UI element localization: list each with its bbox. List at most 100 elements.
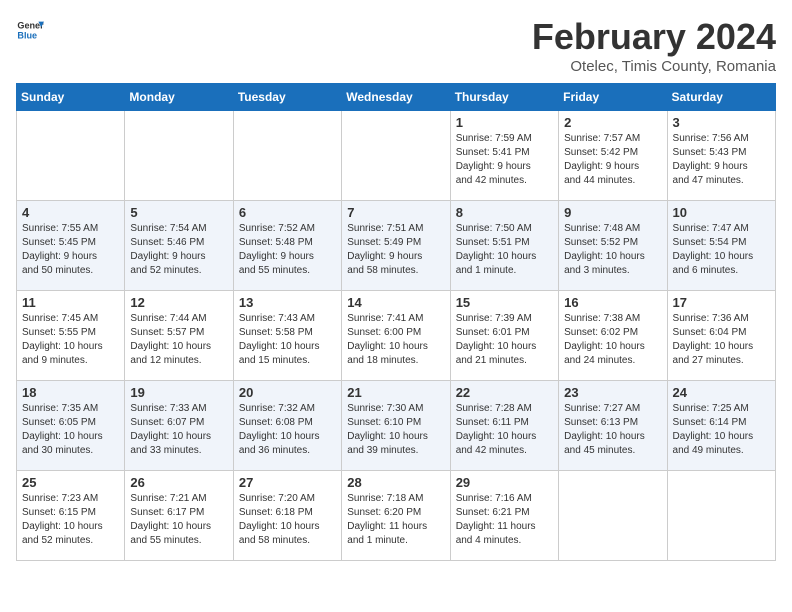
day-number: 18 [22, 385, 119, 400]
calendar-cell: 12 Sunrise: 7:44 AM Sunset: 5:57 PM Dayli… [125, 291, 233, 381]
week-row-4: 25 Sunrise: 7:23 AM Sunset: 6:15 PM Dayli… [17, 471, 776, 561]
day-info: Sunrise: 7:30 AM Sunset: 6:10 PM Dayligh… [347, 402, 444, 458]
day-number: 23 [564, 385, 661, 400]
subtitle: Otelec, Timis County, Romania [532, 58, 776, 75]
day-info: Sunrise: 7:16 AM Sunset: 6:21 PM Dayligh… [456, 492, 553, 548]
day-number: 2 [564, 115, 661, 130]
day-info: Sunrise: 7:52 AM Sunset: 5:48 PM Dayligh… [239, 222, 336, 278]
day-number: 25 [22, 475, 119, 490]
calendar-cell: 23 Sunrise: 7:27 AM Sunset: 6:13 PM Dayli… [559, 381, 667, 471]
header-row: Sunday Monday Tuesday Wednesday Thursday… [17, 84, 776, 111]
logo: General Blue [16, 16, 44, 44]
day-info: Sunrise: 7:33 AM Sunset: 6:07 PM Dayligh… [130, 402, 227, 458]
calendar-cell: 16Sunrise: 7:38 AM Sunset: 6:02 PM Dayli… [559, 291, 667, 381]
calendar-cell [342, 111, 450, 201]
calendar-cell: 10 Sunrise: 7:47 AM Sunset: 5:54 PM Dayli… [667, 201, 775, 291]
day-info: Sunrise: 7:51 AM Sunset: 5:49 PM Dayligh… [347, 222, 444, 278]
day-info: Sunrise: 7:44 AM Sunset: 5:57 PM Dayligh… [130, 312, 227, 368]
calendar-cell: 22Sunrise: 7:28 AM Sunset: 6:11 PM Dayli… [450, 381, 558, 471]
day-number: 24 [673, 385, 770, 400]
calendar-cell: 1 Sunrise: 7:59 AM Sunset: 5:41 PM Daylig… [450, 111, 558, 201]
week-row-0: 1 Sunrise: 7:59 AM Sunset: 5:41 PM Daylig… [17, 111, 776, 201]
calendar-cell: 15Sunrise: 7:39 AM Sunset: 6:01 PM Dayli… [450, 291, 558, 381]
calendar-cell: 29 Sunrise: 7:16 AM Sunset: 6:21 PM Dayli… [450, 471, 558, 561]
week-row-2: 11Sunrise: 7:45 AM Sunset: 5:55 PM Dayli… [17, 291, 776, 381]
day-number: 8 [456, 205, 553, 220]
header: General Blue February 2024 Otelec, Timis… [16, 16, 776, 75]
day-info: Sunrise: 7:23 AM Sunset: 6:15 PM Dayligh… [22, 492, 119, 548]
day-info: Sunrise: 7:18 AM Sunset: 6:20 PM Dayligh… [347, 492, 444, 548]
day-number: 10 [673, 205, 770, 220]
calendar-cell: 2 Sunrise: 7:57 AM Sunset: 5:42 PM Daylig… [559, 111, 667, 201]
day-number: 6 [239, 205, 336, 220]
day-info: Sunrise: 7:57 AM Sunset: 5:42 PM Dayligh… [564, 132, 661, 188]
day-info: Sunrise: 7:41 AM Sunset: 6:00 PM Dayligh… [347, 312, 444, 368]
week-row-3: 18 Sunrise: 7:35 AM Sunset: 6:05 PM Dayli… [17, 381, 776, 471]
day-info: Sunrise: 7:43 AM Sunset: 5:58 PM Dayligh… [239, 312, 336, 368]
calendar-cell: 14Sunrise: 7:41 AM Sunset: 6:00 PM Dayli… [342, 291, 450, 381]
day-number: 16 [564, 295, 661, 310]
calendar-cell: 27 Sunrise: 7:20 AM Sunset: 6:18 PM Dayli… [233, 471, 341, 561]
calendar-cell: 7 Sunrise: 7:51 AM Sunset: 5:49 PM Daylig… [342, 201, 450, 291]
day-info: Sunrise: 7:50 AM Sunset: 5:51 PM Dayligh… [456, 222, 553, 278]
day-info: Sunrise: 7:27 AM Sunset: 6:13 PM Dayligh… [564, 402, 661, 458]
day-number: 1 [456, 115, 553, 130]
day-number: 9 [564, 205, 661, 220]
day-number: 19 [130, 385, 227, 400]
day-number: 3 [673, 115, 770, 130]
col-sunday: Sunday [17, 84, 125, 111]
calendar-cell: 18 Sunrise: 7:35 AM Sunset: 6:05 PM Dayli… [17, 381, 125, 471]
day-number: 28 [347, 475, 444, 490]
day-info: Sunrise: 7:20 AM Sunset: 6:18 PM Dayligh… [239, 492, 336, 548]
day-info: Sunrise: 7:39 AM Sunset: 6:01 PM Dayligh… [456, 312, 553, 368]
day-info: Sunrise: 7:36 AM Sunset: 6:04 PM Dayligh… [673, 312, 770, 368]
day-number: 27 [239, 475, 336, 490]
day-info: Sunrise: 7:25 AM Sunset: 6:14 PM Dayligh… [673, 402, 770, 458]
day-number: 17 [673, 295, 770, 310]
day-info: Sunrise: 7:47 AM Sunset: 5:54 PM Dayligh… [673, 222, 770, 278]
calendar-cell [233, 111, 341, 201]
calendar-cell: 5 Sunrise: 7:54 AM Sunset: 5:46 PM Daylig… [125, 201, 233, 291]
calendar-header: Sunday Monday Tuesday Wednesday Thursday… [17, 84, 776, 111]
calendar-cell: 19 Sunrise: 7:33 AM Sunset: 6:07 PM Dayli… [125, 381, 233, 471]
day-number: 7 [347, 205, 444, 220]
day-number: 20 [239, 385, 336, 400]
svg-text:Blue: Blue [17, 30, 37, 40]
calendar-cell: 21 Sunrise: 7:30 AM Sunset: 6:10 PM Dayli… [342, 381, 450, 471]
col-friday: Friday [559, 84, 667, 111]
main-title: February 2024 [532, 16, 776, 58]
calendar-cell [17, 111, 125, 201]
day-number: 12 [130, 295, 227, 310]
calendar-cell [125, 111, 233, 201]
calendar-cell: 24 Sunrise: 7:25 AM Sunset: 6:14 PM Dayli… [667, 381, 775, 471]
day-info: Sunrise: 7:55 AM Sunset: 5:45 PM Dayligh… [22, 222, 119, 278]
day-info: Sunrise: 7:56 AM Sunset: 5:43 PM Dayligh… [673, 132, 770, 188]
day-number: 5 [130, 205, 227, 220]
col-thursday: Thursday [450, 84, 558, 111]
day-number: 26 [130, 475, 227, 490]
day-info: Sunrise: 7:48 AM Sunset: 5:52 PM Dayligh… [564, 222, 661, 278]
day-info: Sunrise: 7:28 AM Sunset: 6:11 PM Dayligh… [456, 402, 553, 458]
calendar-cell: 11Sunrise: 7:45 AM Sunset: 5:55 PM Dayli… [17, 291, 125, 381]
day-number: 29 [456, 475, 553, 490]
day-info: Sunrise: 7:32 AM Sunset: 6:08 PM Dayligh… [239, 402, 336, 458]
logo-icon: General Blue [16, 16, 44, 44]
calendar-cell: 8 Sunrise: 7:50 AM Sunset: 5:51 PM Daylig… [450, 201, 558, 291]
day-info: Sunrise: 7:54 AM Sunset: 5:46 PM Dayligh… [130, 222, 227, 278]
calendar-body: 1 Sunrise: 7:59 AM Sunset: 5:41 PM Daylig… [17, 111, 776, 561]
col-wednesday: Wednesday [342, 84, 450, 111]
calendar-cell: 25 Sunrise: 7:23 AM Sunset: 6:15 PM Dayli… [17, 471, 125, 561]
col-tuesday: Tuesday [233, 84, 341, 111]
day-info: Sunrise: 7:45 AM Sunset: 5:55 PM Dayligh… [22, 312, 119, 368]
calendar-cell [559, 471, 667, 561]
day-info: Sunrise: 7:35 AM Sunset: 6:05 PM Dayligh… [22, 402, 119, 458]
col-saturday: Saturday [667, 84, 775, 111]
calendar-cell: 20 Sunrise: 7:32 AM Sunset: 6:08 PM Dayli… [233, 381, 341, 471]
title-area: February 2024 Otelec, Timis County, Roma… [532, 16, 776, 75]
calendar-cell: 28 Sunrise: 7:18 AM Sunset: 6:20 PM Dayli… [342, 471, 450, 561]
day-number: 21 [347, 385, 444, 400]
day-number: 4 [22, 205, 119, 220]
calendar-cell [667, 471, 775, 561]
day-info: Sunrise: 7:59 AM Sunset: 5:41 PM Dayligh… [456, 132, 553, 188]
calendar-cell: 26Sunrise: 7:21 AM Sunset: 6:17 PM Dayli… [125, 471, 233, 561]
